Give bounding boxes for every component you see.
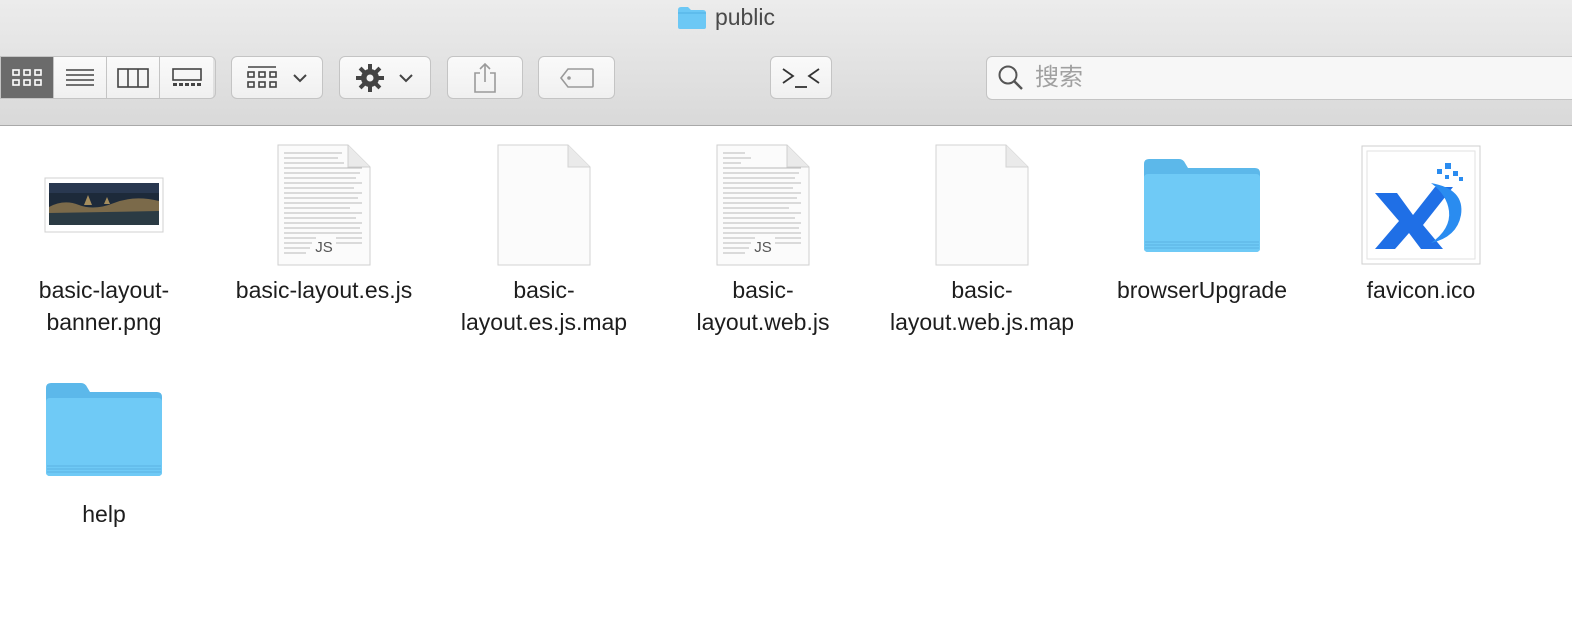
window-toolbar: public <box>0 0 1572 126</box>
file-label-line: basic-layout- <box>38 277 170 303</box>
file-item[interactable]: JS basic-layout.es.js <box>214 140 434 306</box>
share-button[interactable] <box>447 56 523 99</box>
blank-file-icon <box>935 144 1029 266</box>
chevron-down-icon <box>399 73 413 82</box>
file-label-line: layout.web.js.map <box>889 309 1075 335</box>
file-label-line: basic-layout.es.js <box>235 277 413 303</box>
image-file-icon <box>44 177 164 233</box>
gallery-view-button[interactable] <box>160 57 213 98</box>
column-view-button[interactable] <box>107 57 160 98</box>
tag-icon <box>559 67 594 88</box>
file-label-line: basic- <box>513 277 575 303</box>
group-grid-icon <box>247 65 277 88</box>
js-badge: JS <box>315 239 333 256</box>
grid-icon <box>12 68 42 86</box>
file-item[interactable]: basic- layout.web.js.map <box>872 140 1092 338</box>
list-view-button[interactable] <box>54 57 107 98</box>
folder-thumbnail <box>0 364 214 494</box>
file-label-line: basic- <box>732 277 794 303</box>
file-label: basic-layout- banner.png <box>0 274 214 338</box>
list-icon <box>66 68 94 86</box>
folder-item[interactable]: help <box>0 364 214 530</box>
gear-icon <box>356 63 384 92</box>
blank-document <box>434 140 654 270</box>
favicon-logo-icon <box>1361 145 1481 265</box>
search-icon <box>998 65 1023 90</box>
file-item[interactable]: JS basic- layout.web.js <box>653 140 873 338</box>
file-label: basic- layout.web.js.map <box>872 274 1092 338</box>
file-label-line: layout.web.js <box>696 309 830 335</box>
file-label-line: layout.es.js.map <box>460 309 628 335</box>
search-input[interactable] <box>1033 63 1437 93</box>
folder-icon <box>1144 159 1260 252</box>
file-label-line: help <box>82 501 126 527</box>
file-label-line: favicon.ico <box>1366 277 1476 303</box>
folder-icon <box>677 6 706 29</box>
gallery-icon <box>171 67 202 86</box>
file-label: browserUpgrade <box>1092 274 1312 306</box>
file-label: basic- layout.web.js <box>653 274 873 338</box>
columns-icon <box>117 67 149 88</box>
terminal-icon <box>782 67 820 88</box>
file-label-line: browserUpgrade <box>1116 277 1288 303</box>
file-label-line: basic- <box>951 277 1013 303</box>
share-icon <box>474 62 496 93</box>
icon-view-button[interactable] <box>1 57 54 98</box>
file-item[interactable]: favicon.ico <box>1311 140 1531 306</box>
tags-button[interactable] <box>538 56 615 99</box>
folder-item[interactable]: browserUpgrade <box>1092 140 1312 306</box>
terminal-button[interactable] <box>770 56 832 99</box>
group-by-button[interactable] <box>231 56 323 99</box>
js-badge: JS <box>754 239 772 256</box>
file-item[interactable]: basic- layout.es.js.map <box>434 140 654 338</box>
view-mode-control <box>0 56 216 99</box>
chevron-down-icon <box>293 73 307 82</box>
file-item[interactable]: basic-layout- banner.png <box>0 140 214 338</box>
action-menu-button[interactable] <box>339 56 431 99</box>
image-thumbnail <box>0 140 214 270</box>
file-label: basic- layout.es.js.map <box>434 274 654 338</box>
search-field[interactable] <box>986 56 1572 100</box>
folder-thumbnail <box>1092 140 1312 270</box>
window-title-text: public <box>714 4 776 30</box>
file-label: basic-layout.es.js <box>214 274 434 306</box>
file-label: help <box>0 498 214 530</box>
blank-document <box>872 140 1092 270</box>
file-label-line: banner.png <box>46 309 162 335</box>
file-label: favicon.ico <box>1311 274 1531 306</box>
favicon-thumbnail <box>1311 140 1531 270</box>
window-title: public <box>0 4 1572 36</box>
blank-file-icon <box>497 144 591 266</box>
folder-icon <box>46 383 162 476</box>
